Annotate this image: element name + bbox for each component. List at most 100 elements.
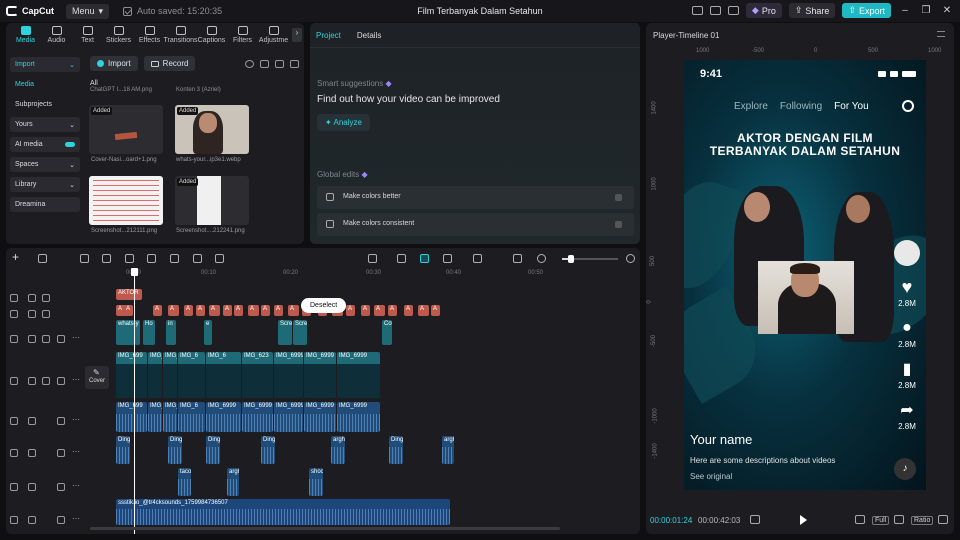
delete-icon[interactable] — [193, 254, 202, 263]
audio-clip[interactable]: IMG_6999 — [242, 402, 273, 432]
eye-icon[interactable] — [42, 310, 50, 318]
side-nav-subprojects[interactable]: Subprojects — [10, 97, 80, 112]
text-clip[interactable]: A — [374, 305, 385, 316]
text-clip[interactable]: A — [124, 305, 133, 316]
track-type-icon[interactable] — [10, 449, 18, 457]
video-clip[interactable]: IMG_6999 — [148, 352, 162, 398]
add-track-icon[interactable]: + — [12, 250, 21, 264]
sort-icon[interactable] — [275, 59, 285, 68]
make-colors-consistent-button[interactable]: Make colors consistent — [317, 213, 634, 236]
tab-stickers[interactable]: Stickers — [103, 26, 134, 44]
speaker-icon[interactable] — [57, 516, 65, 524]
minimize-icon[interactable]: – — [898, 5, 912, 16]
preview-axis-icon[interactable] — [473, 254, 482, 263]
text-clip[interactable]: A — [346, 305, 355, 316]
more-icon[interactable]: ⋯ — [72, 447, 80, 456]
record-button[interactable]: Record — [143, 56, 196, 71]
sfx-clip[interactable]: argh — [442, 436, 454, 464]
sfx-clip[interactable]: Ding — [116, 436, 130, 464]
split-icon[interactable] — [125, 254, 134, 263]
timeline-ruler[interactable]: 00:00 00:10 00:20 00:30 00:40 00:50 — [116, 268, 640, 280]
microphone-icon[interactable] — [368, 254, 377, 263]
close-icon[interactable]: ✕ — [940, 5, 954, 16]
lock-icon[interactable] — [28, 483, 36, 491]
text-clip[interactable]: A — [388, 305, 397, 316]
filter-icon[interactable] — [290, 59, 300, 68]
tab-adjustme[interactable]: Adjustme — [258, 26, 289, 44]
audio-clip[interactable]: IMG_6999 — [163, 402, 177, 432]
overlay-clip[interactable]: e — [204, 320, 212, 345]
audio-clip[interactable]: IMG_6999 — [304, 402, 336, 432]
sfx-clip[interactable]: shoc — [309, 468, 323, 496]
audio-clip[interactable]: IMG_699 — [116, 402, 147, 432]
export-button[interactable]: ⇧ Export — [842, 3, 891, 18]
video-clip[interactable]: IMG_6999 — [274, 352, 303, 398]
audio-clip[interactable]: IMG_6999 — [148, 402, 162, 432]
tab-project[interactable]: Project — [316, 31, 341, 40]
sfx-clip[interactable]: Ding — [389, 436, 403, 464]
snapshot-icon[interactable] — [855, 515, 865, 524]
tab-captions[interactable]: Captions — [196, 26, 227, 44]
text-clip[interactable]: A — [196, 305, 205, 316]
cover-button[interactable]: ✎ Cover — [85, 366, 109, 389]
keyboard-icon[interactable] — [709, 6, 721, 15]
sfx-clip[interactable]: Ding — [206, 436, 220, 464]
sfx-clip[interactable]: argh — [227, 468, 239, 496]
video-clip[interactable]: IMG_6 — [206, 352, 241, 398]
overlay-clip[interactable]: whats-y — [116, 320, 140, 345]
more-icon[interactable]: ⋯ — [72, 333, 80, 342]
play-icon[interactable] — [800, 515, 807, 525]
media-item-2[interactable]: Added — [175, 105, 249, 154]
text-clip[interactable]: A — [361, 305, 370, 316]
text-clip[interactable]: A — [223, 305, 232, 316]
grid-overlay-icon[interactable] — [750, 515, 760, 524]
text-clip[interactable]: AKTOR — [116, 289, 142, 300]
zoom-slider[interactable] — [562, 255, 618, 263]
timeline-scrollbar[interactable] — [90, 527, 560, 530]
maximize-icon[interactable]: ❐ — [919, 5, 933, 16]
video-clip[interactable]: IMG_623 — [242, 352, 273, 398]
tabs-scroll-right-icon[interactable]: › — [292, 28, 302, 42]
video-clip[interactable]: IMG_6999 — [337, 352, 380, 398]
track-type-icon[interactable] — [10, 310, 18, 318]
video-preview[interactable]: 9:41 Explore Following For You AKTOR DEN… — [684, 60, 926, 490]
crop-icon[interactable] — [894, 515, 904, 524]
video-clip[interactable]: IMG_6 — [178, 352, 205, 398]
media-item-3[interactable] — [89, 176, 163, 225]
more-icon[interactable]: ⋯ — [72, 415, 80, 424]
side-nav-import[interactable]: Import ⌄ — [10, 57, 80, 72]
text-clip[interactable]: A — [288, 305, 299, 316]
text-clip[interactable]: A — [153, 305, 162, 316]
speaker-icon[interactable] — [57, 483, 65, 491]
side-nav-ai-media[interactable]: AI media — [10, 137, 80, 152]
more-icon[interactable]: ⋯ — [72, 375, 80, 384]
text-clip[interactable]: A — [404, 305, 413, 316]
speaker-icon[interactable] — [57, 449, 65, 457]
tab-filters[interactable]: Filters — [227, 26, 258, 44]
layout-icon[interactable] — [691, 6, 703, 15]
zoom-handle[interactable] — [568, 255, 574, 263]
lock-icon[interactable] — [28, 449, 36, 457]
zoom-in-icon[interactable] — [626, 254, 635, 263]
eye-icon[interactable] — [42, 294, 50, 302]
text-clip[interactable]: A — [418, 305, 429, 316]
analyze-button[interactable]: ✦ Analyze — [317, 114, 370, 131]
video-clip[interactable]: IMG_6 — [163, 352, 177, 398]
fit-timeline-icon[interactable] — [513, 254, 522, 263]
eye-icon[interactable] — [42, 377, 50, 385]
sfx-clip[interactable]: Ding — [168, 436, 182, 464]
text-clip[interactable]: A — [248, 305, 259, 316]
menu-button[interactable]: Menu ▾ — [66, 3, 110, 19]
linkage-icon[interactable] — [443, 254, 452, 263]
ratio-button[interactable]: Ratio — [911, 516, 934, 525]
lock-icon[interactable] — [28, 335, 36, 343]
lock-icon[interactable] — [28, 417, 36, 425]
side-nav-media[interactable]: Media — [10, 77, 80, 92]
media-item-4[interactable]: Added — [175, 176, 249, 225]
text-clip[interactable]: A — [168, 305, 179, 316]
track-type-icon[interactable] — [10, 377, 18, 385]
more-icon[interactable]: ⋯ — [72, 481, 80, 490]
music-clip[interactable]: ssstik.io_@tr4cksounds_1759984736507 — [116, 499, 450, 525]
split-left-icon[interactable] — [147, 254, 156, 263]
tab-details[interactable]: Details — [357, 31, 381, 40]
